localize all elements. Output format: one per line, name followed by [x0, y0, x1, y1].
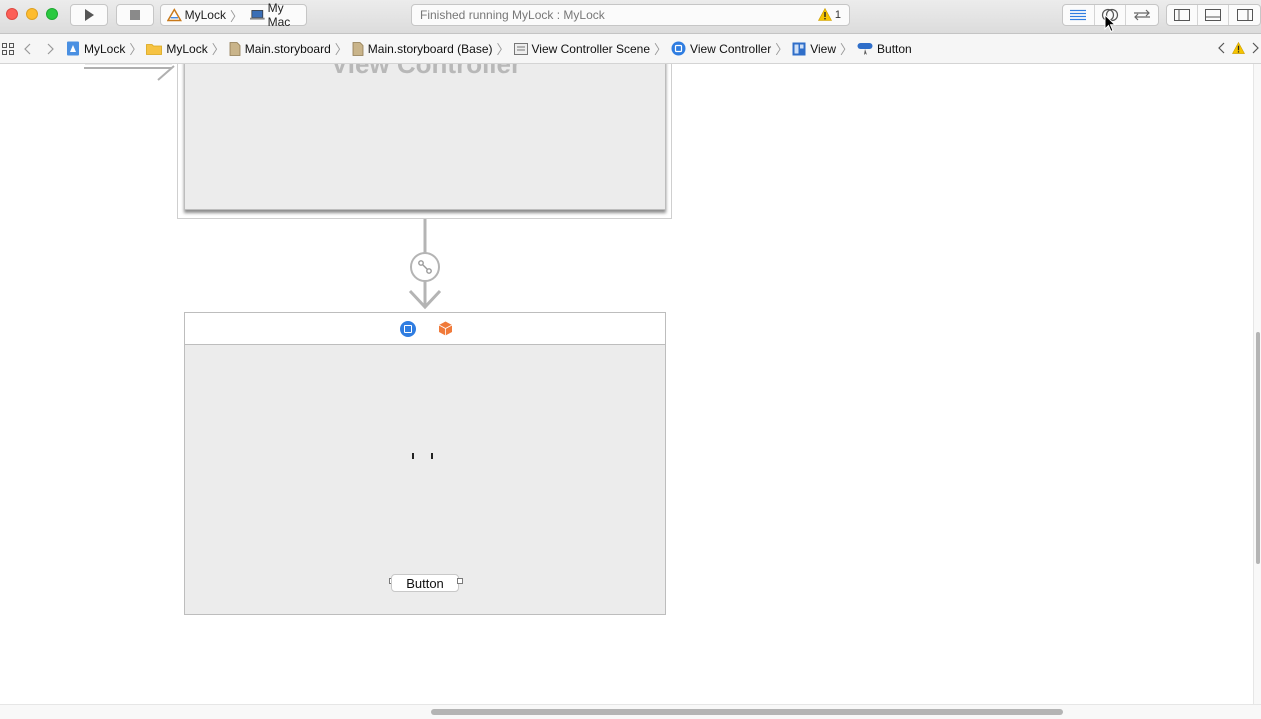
previous-issue-icon[interactable] [1218, 42, 1226, 54]
crumb-separator: 〉 [129, 42, 143, 57]
activity-status: Finished running MyLock : MyLock [420, 8, 605, 22]
crumb-separator: 〉 [334, 42, 348, 57]
scheme-target[interactable]: MyLock [185, 8, 226, 22]
warning-count: 1 [834, 8, 841, 21]
scheme-selector[interactable]: MyLock 〉 My Mac [160, 1, 307, 29]
crumb-view[interactable]: View [792, 42, 836, 56]
crumb-label: MyLock [166, 41, 208, 56]
crumb-button[interactable]: Button [857, 42, 912, 56]
vertical-scrollbar[interactable] [1253, 64, 1261, 705]
first-responder-cube-icon[interactable] [438, 321, 453, 336]
crumb-label: Button [877, 41, 912, 56]
issue-navigator [1218, 42, 1259, 54]
navigator-toggle-icon [1174, 9, 1190, 21]
zoom-window-button[interactable] [46, 8, 58, 20]
crumb-separator: 〉 [654, 42, 668, 57]
storyboard-icon [352, 41, 364, 56]
vertical-scroll-thumb[interactable] [1256, 332, 1260, 564]
storyboard-icon [229, 41, 241, 56]
warning-icon[interactable] [1232, 42, 1245, 54]
crumb-label: View [810, 41, 837, 56]
window-content[interactable]: View Controller [184, 64, 666, 210]
scheme-destination[interactable]: My Mac [268, 1, 306, 29]
folder-icon [146, 43, 163, 55]
stop-icon [130, 10, 140, 20]
app-target-icon [167, 8, 182, 22]
scene-title: View Controller [330, 64, 522, 79]
project-icon [67, 41, 79, 56]
mouse-pointer-icon [1104, 14, 1116, 33]
crumb-view-controller[interactable]: View Controller [671, 41, 771, 56]
storyboard-canvas[interactable]: View Controller Button [0, 64, 1254, 704]
version-editor-button[interactable] [1126, 5, 1158, 25]
crumb-separator: 〉 [775, 42, 789, 57]
crumb-separator: 〉 [840, 42, 854, 57]
panel-toggle-control [1166, 4, 1261, 26]
scheme-separator: 〉 [229, 8, 243, 24]
stop-button[interactable] [116, 4, 154, 26]
crumb-scene[interactable]: View Controller Scene [513, 41, 651, 56]
standard-editor-icon [1070, 9, 1087, 21]
navigator-toggle-button[interactable] [1167, 5, 1199, 25]
utilities-toggle-button[interactable] [1229, 5, 1260, 25]
crumb-label: View Controller [690, 41, 772, 56]
crumb-label: Main.storyboard (Base) [367, 41, 493, 56]
crumb-storyboard-base[interactable]: Main.storyboard (Base) [352, 42, 493, 56]
debug-toggle-icon [1205, 9, 1222, 21]
back-arrow-icon[interactable] [24, 43, 32, 55]
toolbar: MyLock 〉 My Mac Finished running MyLock … [0, 0, 1261, 34]
play-icon [85, 9, 94, 21]
view-controller-icon[interactable] [400, 321, 416, 337]
run-button[interactable] [70, 4, 108, 26]
view-icon [792, 42, 806, 55]
view-controller-icon [671, 41, 686, 56]
storyboard-button[interactable]: Button [391, 574, 459, 592]
standard-editor-button[interactable] [1063, 5, 1095, 25]
view-controller-scene[interactable]: Button [184, 312, 666, 615]
crumb-storyboard[interactable]: Main.storyboard [229, 42, 331, 56]
button-icon [857, 42, 873, 55]
scene-dock [185, 313, 665, 345]
crumb-project[interactable]: MyLock [66, 41, 125, 56]
warning-icon [817, 8, 832, 21]
version-editor-icon [1134, 9, 1151, 21]
mac-icon [249, 10, 265, 20]
activity-viewer: Finished running MyLock : MyLock 1 [411, 4, 850, 26]
crumb-group[interactable]: MyLock [146, 41, 208, 56]
horizontal-scrollbar[interactable] [0, 704, 1261, 719]
initial-scene-arrow [84, 64, 175, 81]
next-issue-icon[interactable] [1251, 42, 1259, 54]
view-placeholder-marks [411, 453, 435, 459]
horizontal-scroll-thumb[interactable] [431, 709, 1063, 715]
utilities-toggle-icon [1236, 9, 1253, 21]
scene-icon [513, 42, 528, 55]
close-window-button[interactable] [6, 8, 18, 20]
warning-indicator[interactable]: 1 [817, 8, 841, 21]
jump-bar: MyLock 〉 MyLock 〉 Main.storyboard 〉 Main… [0, 34, 1261, 64]
segue-connector[interactable] [404, 219, 448, 313]
debug-toggle-button[interactable] [1198, 5, 1230, 25]
forward-arrow-icon[interactable] [46, 43, 54, 55]
minimize-window-button[interactable] [26, 8, 38, 20]
crumb-separator: 〉 [496, 42, 510, 57]
resize-handle-right[interactable] [457, 578, 463, 584]
crumb-label: MyLock [84, 41, 126, 56]
crumb-label: Main.storyboard [244, 41, 331, 56]
crumb-label: View Controller Scene [531, 41, 651, 56]
crumb-separator: 〉 [211, 42, 225, 57]
related-items-icon[interactable] [2, 42, 14, 55]
